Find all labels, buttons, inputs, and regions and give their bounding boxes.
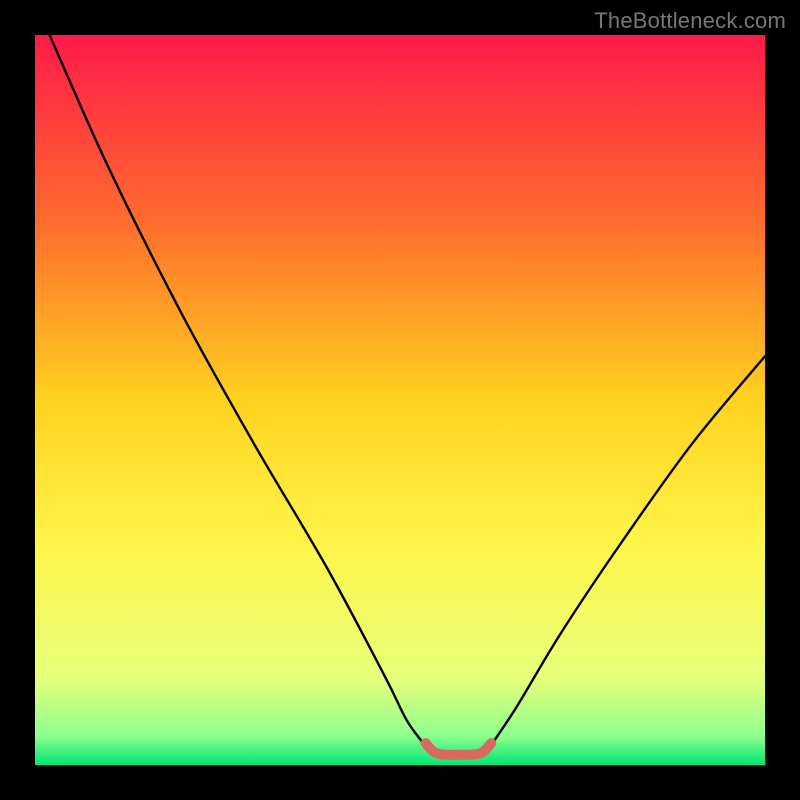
gradient-background — [35, 35, 765, 765]
watermark-text: TheBottleneck.com — [594, 8, 786, 34]
plot-area — [35, 35, 765, 765]
chart-frame: TheBottleneck.com — [0, 0, 800, 800]
bottleneck-chart — [35, 35, 765, 765]
